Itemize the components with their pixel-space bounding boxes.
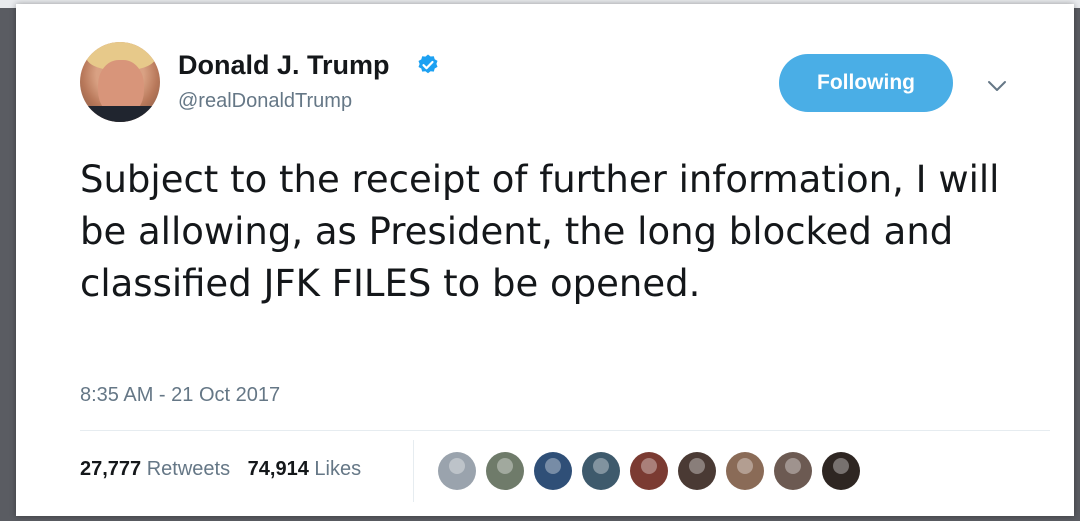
following-button[interactable]: Following bbox=[779, 54, 953, 112]
author-name[interactable]: Donald J. Trump bbox=[178, 50, 390, 81]
likes-label: Likes bbox=[314, 458, 362, 480]
author-handle[interactable]: @realDonaldTrump bbox=[178, 90, 352, 113]
user-avatar-icon[interactable] bbox=[630, 452, 668, 490]
user-avatar-icon[interactable] bbox=[678, 452, 716, 490]
tweet-text: Subject to the receipt of further inform… bbox=[80, 158, 1000, 305]
tweet-stats: 27,777 Retweets 74,914 Likes bbox=[80, 458, 373, 481]
likes-stat[interactable]: 74,914 Likes bbox=[248, 458, 361, 481]
likes-count: 74,914 bbox=[247, 458, 309, 480]
user-avatar-icon[interactable] bbox=[726, 452, 764, 490]
avatar-suit bbox=[80, 106, 160, 122]
user-avatar-icon[interactable] bbox=[822, 452, 860, 490]
tweet-card: Donald J. Trump @realDonaldTrump Followi… bbox=[16, 4, 1074, 516]
user-avatar-icon[interactable] bbox=[534, 452, 572, 490]
verified-badge-icon bbox=[418, 54, 438, 74]
user-avatar-icon[interactable] bbox=[582, 452, 620, 490]
chevron-down-icon[interactable] bbox=[986, 78, 1008, 94]
retweets-stat[interactable]: 27,777 Retweets bbox=[80, 458, 230, 481]
user-avatar-icon[interactable] bbox=[486, 452, 524, 490]
author-avatar[interactable] bbox=[80, 42, 160, 122]
retweets-label: Retweets bbox=[146, 458, 231, 480]
default-avatar-icon[interactable] bbox=[438, 452, 476, 490]
retweets-count: 27,777 bbox=[80, 458, 142, 480]
divider bbox=[80, 430, 1050, 431]
user-avatar-icon[interactable] bbox=[774, 452, 812, 490]
liker-avatars bbox=[438, 452, 870, 492]
tweet-timestamp[interactable]: 8:35 AM - 21 Oct 2017 bbox=[80, 384, 280, 407]
stats-separator bbox=[413, 440, 414, 502]
